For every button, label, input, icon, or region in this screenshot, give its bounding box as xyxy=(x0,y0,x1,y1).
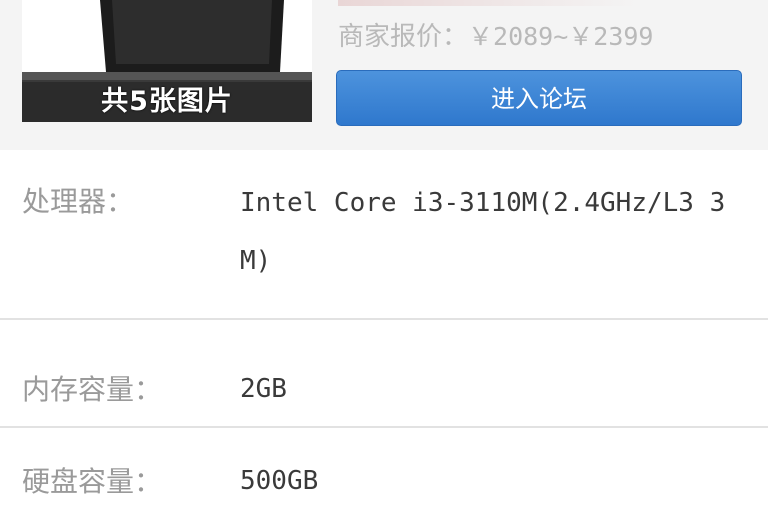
price-label: 商家报价： xyxy=(338,22,469,52)
product-detail-page: 共5张图片 商家报价：￥2089~￥2399 进入论坛 处理器： Intel C… xyxy=(0,0,768,510)
price-value: ￥2089~￥2399 xyxy=(468,22,654,51)
cropped-text-strip xyxy=(338,0,638,6)
spec-label: 内存容量： xyxy=(22,373,163,406)
spec-label: 处理器： xyxy=(22,185,135,218)
spec-value: Intel Core i3-3110M(2.4GHz/L3 3M) xyxy=(240,188,726,276)
product-header: 共5张图片 商家报价：￥2089~￥2399 进入论坛 xyxy=(0,0,768,150)
product-image-thumbnail[interactable]: 共5张图片 xyxy=(22,0,312,122)
image-count-label: 共5张图片 xyxy=(101,86,233,117)
spec-table: 处理器： Intel Core i3-3110M(2.4GHz/L3 3M) 内… xyxy=(0,150,768,510)
spec-row-memory: 内存容量： 2GB xyxy=(0,320,768,428)
spec-row-storage: 硬盘容量： 500GB xyxy=(0,428,768,510)
spec-row-processor: 处理器： Intel Core i3-3110M(2.4GHz/L3 3M) xyxy=(0,150,768,320)
spec-value: 500GB xyxy=(240,466,319,496)
price-line: 商家报价：￥2089~￥2399 xyxy=(338,16,653,58)
enter-forum-button[interactable]: 进入论坛 xyxy=(336,70,742,126)
spec-value: 2GB xyxy=(240,374,287,404)
spec-label: 硬盘容量： xyxy=(22,465,163,498)
